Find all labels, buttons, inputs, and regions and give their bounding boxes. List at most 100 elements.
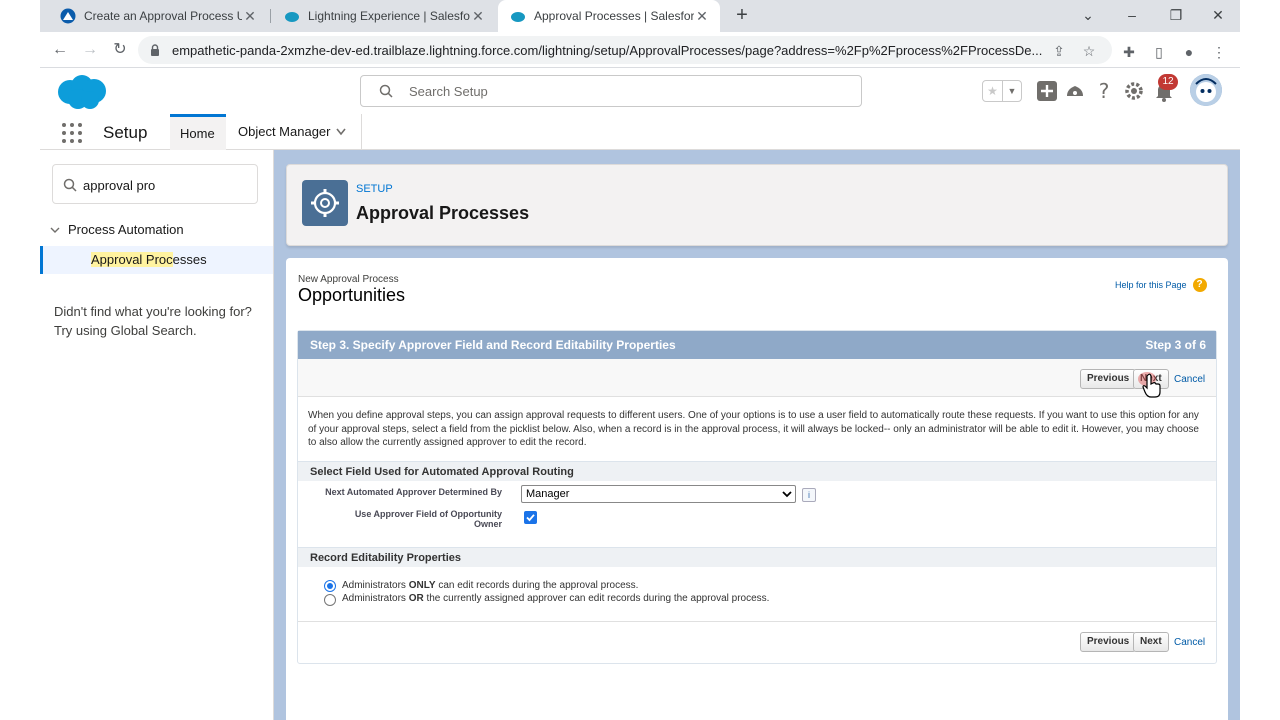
tree-section-process-automation[interactable]: Process Automation — [48, 222, 184, 237]
favorites-control[interactable]: ★ ▼ — [982, 80, 1022, 102]
app-launcher-icon[interactable] — [62, 123, 82, 143]
section-header-routing: Select Field Used for Automated Approval… — [298, 461, 1216, 481]
use-owner-field-checkbox[interactable] — [524, 511, 537, 524]
wizard-subhead: New Approval Process — [298, 274, 399, 285]
profile-icon[interactable]: ● — [1181, 44, 1197, 60]
previous-button-bottom[interactable]: Previous — [1080, 632, 1137, 652]
browser-tab-strip: Create an Approval Process Unit ✕ Lightn… — [40, 0, 1240, 32]
app-name: Setup — [103, 123, 148, 142]
not-found-line: Try using Global Search. — [54, 323, 197, 338]
search-highlight: Approval Proc — [91, 252, 173, 267]
nav-separator — [361, 114, 362, 150]
astro-avatar-icon — [1190, 74, 1222, 106]
minimize-icon[interactable]: – — [1110, 0, 1154, 32]
page-header: SETUP Approval Processes — [286, 164, 1228, 246]
close-icon[interactable]: ✕ — [470, 8, 486, 25]
context-nav-bar: Setup Home Object Manager — [40, 114, 1240, 150]
section-header-editability: Record Editability Properties — [298, 547, 1216, 567]
radio-admins-only-label: Administrators ONLY can edit records dur… — [342, 580, 638, 591]
sidebar-item-approval-processes[interactable]: Approval Processes — [40, 246, 273, 274]
extensions-puzzle-icon[interactable]: ✚ — [1121, 44, 1137, 60]
select-value: Manager — [526, 488, 570, 500]
share-icon[interactable]: ⇪ — [1050, 42, 1068, 60]
window-close-icon[interactable]: ✕ — [1196, 0, 1240, 32]
browser-tab-2[interactable]: Lightning Experience | Salesforce ✕ — [272, 0, 496, 32]
step-counter: Step 3 of 6 — [1145, 338, 1206, 352]
cancel-link-bottom[interactable]: Cancel — [1174, 637, 1205, 648]
help-question-icon: ? — [1192, 278, 1207, 292]
section-title: Record Editability Properties — [310, 552, 461, 564]
side-panel-icon[interactable]: ▯ — [1151, 44, 1167, 60]
info-icon[interactable]: i — [802, 488, 816, 502]
back-arrow-icon[interactable]: ← — [48, 38, 72, 62]
step-title: Step 3. Specify Approver Field and Recor… — [310, 338, 676, 352]
next-approver-select[interactable]: Manager — [521, 485, 796, 503]
top-button-row: Previous Next Cancel — [298, 359, 1216, 397]
favorites-dropdown-icon[interactable]: ▼ — [1001, 81, 1021, 101]
browser-tab-1[interactable]: Create an Approval Process Unit ✕ — [48, 0, 268, 32]
tab-object-manager[interactable]: Object Manager — [228, 114, 360, 150]
salesforce-cloud-icon — [511, 12, 525, 22]
browser-window: Create an Approval Process Unit ✕ Lightn… — [40, 0, 1240, 720]
previous-button[interactable]: Previous — [1080, 369, 1137, 389]
chevron-down-icon[interactable] — [336, 128, 346, 136]
address-bar[interactable]: empathetic-panda-2xmzhe-dev-ed.trailblaz… — [138, 36, 1112, 64]
global-search-input[interactable]: Search Setup — [360, 75, 862, 107]
tab-search-chevron-icon[interactable]: ⌄ — [1066, 0, 1110, 32]
close-icon[interactable]: ✕ — [694, 8, 710, 25]
help-for-this-page-link[interactable]: Help for this Page ? — [1115, 278, 1207, 292]
next-button-bottom[interactable]: Next — [1133, 632, 1169, 652]
lock-icon — [151, 44, 159, 56]
radio-text: Administrators — [342, 593, 409, 604]
chevron-down-icon — [50, 227, 60, 233]
browser-tab-title: Create an Approval Process Unit — [84, 9, 242, 23]
right-margin — [1240, 0, 1280, 720]
radio-admins-or-approver[interactable] — [324, 594, 336, 606]
page-title: Approval Processes — [356, 203, 530, 223]
trailhead-guidance-icon[interactable] — [1064, 80, 1086, 102]
browser-menu-icon[interactable]: ⋮ — [1211, 44, 1227, 60]
step-header: Step 3. Specify Approver Field and Recor… — [298, 331, 1216, 359]
user-avatar[interactable] — [1190, 74, 1222, 106]
left-margin — [0, 0, 40, 720]
label-line: Owner — [473, 519, 502, 529]
radio-admins-or-approver-label: Administrators OR the currently assigned… — [342, 593, 769, 604]
radio-admins-only[interactable] — [324, 580, 336, 592]
radio-text: can edit records during the approval pro… — [435, 580, 639, 591]
help-icon[interactable]: ? — [1093, 80, 1115, 102]
url-text: empathetic-panda-2xmzhe-dev-ed.trailblaz… — [172, 43, 1043, 58]
sidebar-item-label-rest: esses — [172, 252, 207, 267]
radio-emphasis: ONLY — [408, 580, 436, 591]
restore-icon[interactable]: ❐ — [1154, 0, 1198, 32]
hand-cursor-icon — [1142, 373, 1161, 398]
favorite-star-icon[interactable]: ★ — [983, 81, 1002, 101]
radio-emphasis: OR — [408, 593, 424, 604]
browser-tab-3[interactable]: Approval Processes | Salesforce ✕ — [498, 0, 720, 32]
salesforce-logo[interactable] — [54, 72, 110, 112]
bottom-button-row: Previous Next Cancel — [298, 621, 1216, 663]
close-icon[interactable]: ✕ — [242, 8, 258, 25]
new-tab-icon[interactable]: + — [730, 4, 754, 28]
quick-find-input[interactable]: approval pro — [52, 164, 258, 204]
gear-icon — [311, 189, 339, 217]
setup-gear-icon[interactable] — [1123, 80, 1145, 102]
browser-toolbar: ← → ↻ empathetic-panda-2xmzhe-dev-ed.tra… — [40, 32, 1240, 68]
cancel-link[interactable]: Cancel — [1174, 374, 1205, 385]
tab-home[interactable]: Home — [170, 114, 226, 150]
help-link-label: Help for this Page — [1115, 280, 1187, 290]
search-icon — [63, 178, 77, 192]
setup-header-icon — [302, 180, 348, 226]
browser-tab-title: Lightning Experience | Salesforce — [308, 9, 470, 23]
next-approver-label: Next Automated Approver Determined By — [325, 487, 502, 497]
tab-object-manager-label: Object Manager — [238, 124, 331, 139]
tab-home-label: Home — [180, 126, 215, 141]
setup-sidebar: approval pro Process Automation Approval… — [40, 150, 274, 720]
not-found-line: Didn't find what you're looking for? — [54, 304, 252, 319]
svg-text:?: ? — [1099, 80, 1110, 102]
bookmark-star-icon[interactable]: ☆ — [1080, 42, 1098, 60]
forward-arrow-icon[interactable]: → — [78, 38, 102, 62]
notification-badge: 12 — [1158, 74, 1178, 90]
reload-icon[interactable]: ↻ — [108, 38, 132, 62]
label-line: Use Approver Field of Opportunity — [354, 509, 502, 519]
global-actions-plus-icon[interactable] — [1036, 80, 1058, 102]
